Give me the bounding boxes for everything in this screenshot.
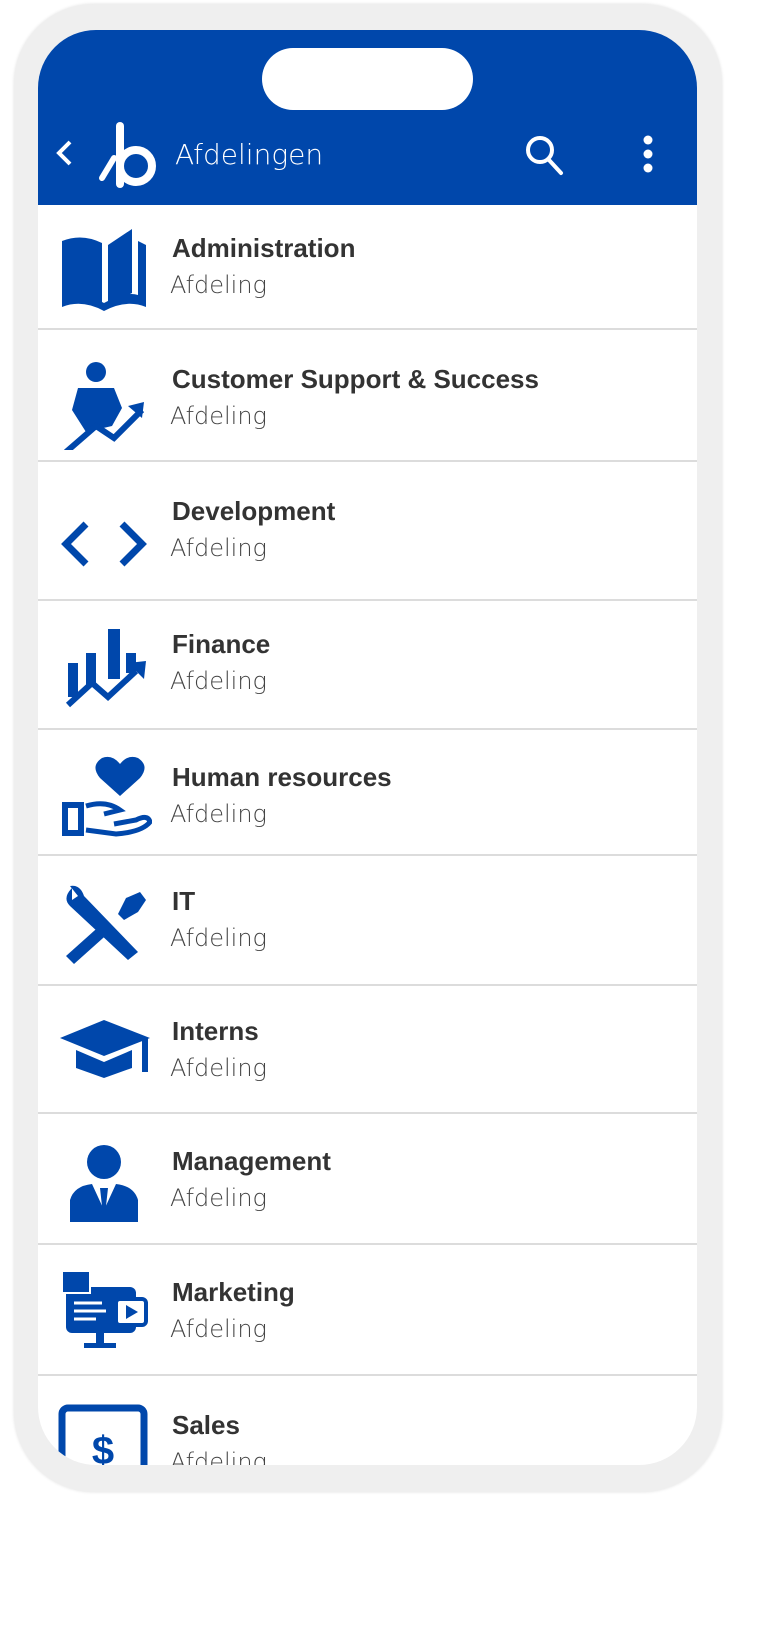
department-type: Afdeling	[170, 924, 267, 952]
list-item[interactable]: Finance Afdeling	[38, 601, 697, 730]
graduation-cap-icon	[60, 1020, 150, 1078]
list-item[interactable]: Human resources Afdeling	[38, 730, 697, 856]
department-type: Afdeling	[170, 271, 267, 299]
department-name: Development	[172, 496, 336, 526]
list-item[interactable]: Management Afdeling	[38, 1114, 697, 1245]
department-name: Interns	[172, 1016, 259, 1046]
department-type: Afdeling	[170, 667, 267, 695]
page-title: Afdelingen	[175, 138, 324, 171]
department-list: Administration Afdeling Customer Support…	[38, 205, 697, 1465]
list-item[interactable]: Interns Afdeling	[38, 986, 697, 1114]
list-item[interactable]: Administration Afdeling	[38, 205, 697, 330]
list-item[interactable]: IT Afdeling	[38, 856, 697, 986]
department-type: Afdeling	[170, 1315, 267, 1343]
bar-chart-trend-icon	[65, 629, 146, 708]
more-vertical-icon[interactable]	[640, 134, 656, 174]
phone-screen: Afdelingen Administration Afdeling Custo…	[38, 30, 697, 1465]
department-name: Customer Support & Success	[172, 364, 539, 394]
open-book-icon	[62, 229, 146, 311]
department-name: Management	[172, 1146, 331, 1176]
department-type: Afdeling	[170, 1448, 267, 1465]
department-type: Afdeling	[170, 1054, 267, 1082]
list-item[interactable]: $ Sales Afdeling	[38, 1376, 697, 1465]
department-name: Human resources	[172, 762, 392, 792]
list-item[interactable]: Customer Support & Success Afdeling	[38, 330, 697, 462]
department-name: Sales	[172, 1410, 240, 1440]
b-logo-icon	[99, 122, 156, 188]
app-header: Afdelingen	[38, 30, 697, 205]
dollar-screen-icon: $	[58, 1404, 148, 1465]
department-name: IT	[172, 886, 196, 916]
code-brackets-icon	[61, 521, 147, 567]
list-item[interactable]: Marketing Afdeling	[38, 1245, 697, 1376]
department-type: Afdeling	[170, 534, 267, 562]
manager-icon	[70, 1145, 138, 1222]
tools-icon	[66, 885, 146, 964]
media-monitor-icon	[61, 1270, 148, 1348]
department-name: Administration	[172, 233, 356, 263]
chevron-left-icon[interactable]	[52, 138, 76, 168]
dynamic-island	[262, 48, 473, 110]
person-growth-icon	[64, 362, 145, 450]
department-name: Finance	[172, 629, 271, 659]
search-icon[interactable]	[524, 134, 564, 176]
list-item[interactable]: Development Afdeling	[38, 462, 697, 601]
department-name: Marketing	[172, 1277, 295, 1307]
department-type: Afdeling	[170, 402, 267, 430]
department-type: Afdeling	[170, 1184, 267, 1212]
svg-text:$: $	[92, 1429, 114, 1465]
department-type: Afdeling	[170, 800, 267, 828]
hand-heart-icon	[62, 756, 152, 837]
